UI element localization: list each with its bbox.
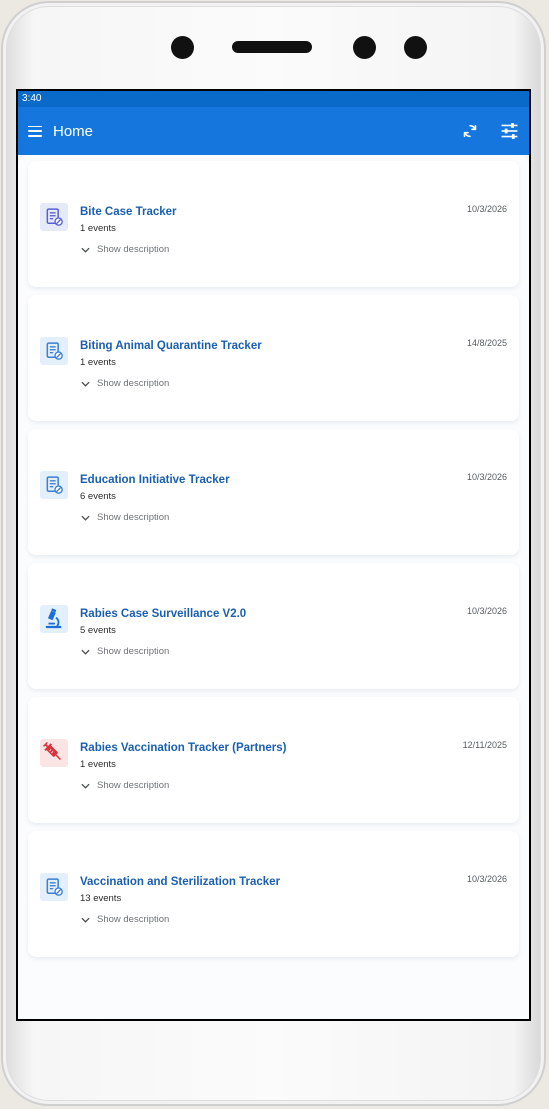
phone-frame: 3:40 Home Bite Case Tracker 1 events Sho… xyxy=(1,1,546,1106)
chevron-down-icon xyxy=(81,515,90,521)
chevron-down-icon xyxy=(81,247,90,253)
show-description-toggle[interactable]: Show description xyxy=(81,378,169,389)
proximity-sensor xyxy=(353,36,376,59)
microscope-icon xyxy=(40,605,68,633)
show-description-toggle[interactable]: Show description xyxy=(81,512,169,523)
chevron-down-icon xyxy=(81,783,90,789)
program-event-count: 5 events xyxy=(80,625,116,636)
program-title: Education Initiative Tracker xyxy=(80,474,230,486)
program-card[interactable]: Bite Case Tracker 1 events Show descript… xyxy=(28,161,519,287)
show-description-label: Show description xyxy=(97,244,170,255)
program-title: Rabies Vaccination Tracker (Partners) xyxy=(80,742,287,754)
program-card[interactable]: Rabies Vaccination Tracker (Partners) 1 … xyxy=(28,697,519,823)
show-description-toggle[interactable]: Show description xyxy=(81,914,169,925)
front-sensor xyxy=(404,36,427,59)
front-camera xyxy=(171,36,194,59)
program-title: Rabies Case Surveillance V2.0 xyxy=(80,608,247,620)
menu-icon[interactable] xyxy=(28,125,42,137)
app-bar-actions xyxy=(462,107,519,155)
program-title: Vaccination and Sterilization Tracker xyxy=(80,876,281,888)
program-card[interactable]: Education Initiative Tracker 6 events Sh… xyxy=(28,429,519,555)
form-icon xyxy=(40,471,68,499)
program-title: Biting Animal Quarantine Tracker xyxy=(80,340,262,352)
earpiece-speaker xyxy=(232,41,312,53)
program-list: Bite Case Tracker 1 events Show descript… xyxy=(18,155,529,1019)
chevron-down-icon xyxy=(81,917,90,923)
app-screen: 3:40 Home Bite Case Tracker 1 events Sho… xyxy=(18,91,529,1019)
program-event-count: 1 events xyxy=(80,759,116,770)
show-description-toggle[interactable]: Show description xyxy=(81,244,169,255)
form-icon xyxy=(40,203,68,231)
screen: 3:40 Home Bite Case Tracker 1 events Sho… xyxy=(16,89,531,1021)
program-date: 12/11/2025 xyxy=(462,740,507,750)
form-icon xyxy=(40,337,68,365)
program-event-count: 1 events xyxy=(80,357,116,368)
show-description-label: Show description xyxy=(97,378,170,389)
show-description-toggle[interactable]: Show description xyxy=(81,780,169,791)
program-date: 10/3/2026 xyxy=(466,874,507,884)
show-description-toggle[interactable]: Show description xyxy=(81,646,169,657)
show-description-label: Show description xyxy=(97,512,170,523)
program-event-count: 1 events xyxy=(80,223,116,234)
program-card[interactable]: Rabies Case Surveillance V2.0 5 events S… xyxy=(28,563,519,689)
syringe-icon xyxy=(40,739,68,767)
program-title: Bite Case Tracker xyxy=(80,206,177,218)
show-description-label: Show description xyxy=(97,914,170,925)
sync-icon[interactable] xyxy=(462,123,478,139)
program-date: 14/8/2025 xyxy=(466,338,507,348)
chevron-down-icon xyxy=(81,649,90,655)
form-icon xyxy=(40,873,68,901)
program-date: 10/3/2026 xyxy=(466,472,507,482)
program-event-count: 13 events xyxy=(80,893,122,904)
program-event-count: 6 events xyxy=(80,491,116,502)
show-description-label: Show description xyxy=(97,646,170,657)
program-card[interactable]: Vaccination and Sterilization Tracker 13… xyxy=(28,831,519,957)
program-card[interactable]: Biting Animal Quarantine Tracker 1 event… xyxy=(28,295,519,421)
program-date: 10/3/2026 xyxy=(466,606,507,616)
status-bar: 3:40 xyxy=(18,91,529,107)
chevron-down-icon xyxy=(81,381,90,387)
program-date: 10/3/2026 xyxy=(466,204,507,214)
status-time: 3:40 xyxy=(22,93,42,104)
app-bar: Home xyxy=(18,107,529,155)
filter-icon[interactable] xyxy=(500,123,519,139)
page-title: Home xyxy=(53,122,94,140)
show-description-label: Show description xyxy=(97,780,170,791)
